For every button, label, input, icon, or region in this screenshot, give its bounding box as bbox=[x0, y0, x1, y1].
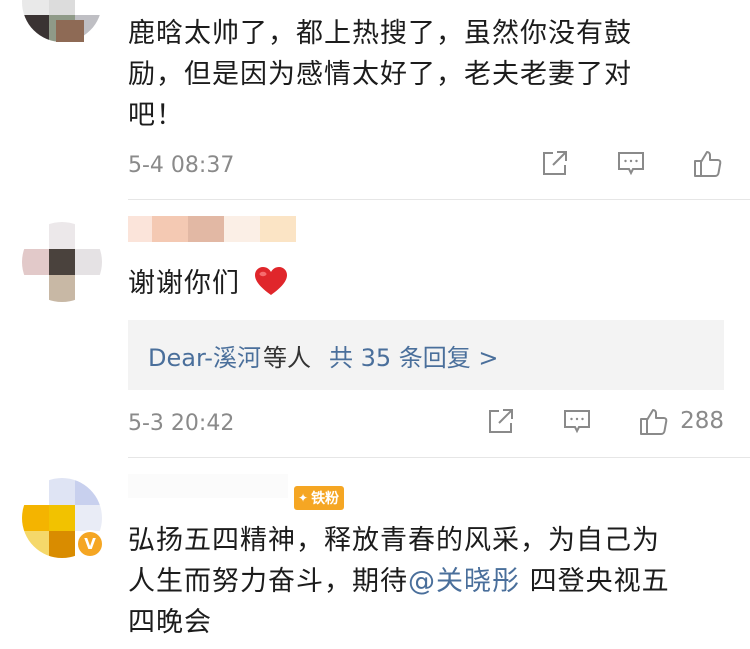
avatar-fragment bbox=[56, 20, 84, 42]
comment-icon bbox=[618, 152, 644, 176]
comment-line: 谢谢你们 bbox=[128, 268, 240, 299]
fan-badge-label: 铁粉 bbox=[311, 491, 340, 507]
comment-line: 鹿晗太帅了，都上热搜了，虽然你没有鼓 bbox=[128, 18, 632, 49]
username-blurred[interactable] bbox=[128, 216, 296, 242]
comment-actions: 288 bbox=[486, 406, 724, 436]
like-button[interactable] bbox=[692, 148, 724, 178]
comment-fragment: 四登央视五 bbox=[520, 566, 670, 597]
comment-fragment: 人生而努力奋斗，期待 bbox=[128, 566, 408, 597]
heart-emoji-icon bbox=[254, 267, 287, 295]
forward-icon bbox=[489, 409, 514, 433]
avatar[interactable] bbox=[22, 222, 102, 302]
verified-badge-icon: V bbox=[76, 530, 104, 558]
fan-badge-icon: ✦ bbox=[298, 491, 309, 505]
fan-badge: ✦ 铁粉 bbox=[294, 486, 345, 510]
replies-summary[interactable]: Dear-溪河 等人 共 35 条回复 > bbox=[128, 320, 724, 390]
like-button[interactable]: 288 bbox=[638, 406, 724, 436]
like-icon bbox=[640, 409, 668, 435]
comment-text: 鹿晗太帅了，都上热搜了，虽然你没有鼓 励，但是因为感情太好了，老夫老妻了对 吧！ bbox=[128, 13, 728, 136]
comment-button[interactable] bbox=[616, 148, 646, 178]
comment-button[interactable] bbox=[562, 406, 592, 436]
comment-timestamp: 5-4 08:37 bbox=[128, 153, 235, 178]
like-icon bbox=[694, 151, 722, 177]
forward-button[interactable] bbox=[540, 148, 570, 178]
comment-line: 励，但是因为感情太好了，老夫老妻了对 bbox=[128, 59, 632, 90]
forward-icon bbox=[543, 151, 567, 175]
divider bbox=[128, 457, 750, 458]
like-count: 288 bbox=[680, 408, 724, 434]
mention-link[interactable]: @关晓彤 bbox=[408, 566, 520, 597]
comment-text: 谢谢你们 bbox=[128, 263, 728, 304]
reply-count-link[interactable]: 共 35 条回复 > bbox=[329, 338, 499, 373]
comment-line: 人生而努力奋斗，期待@关晓彤 四登央视五 bbox=[128, 561, 728, 602]
comment-line: 四晚会 bbox=[128, 607, 212, 638]
comment-line: 吧！ bbox=[128, 100, 184, 131]
forward-button[interactable] bbox=[486, 406, 516, 436]
comment-icon bbox=[564, 410, 591, 434]
comment-actions bbox=[540, 148, 724, 178]
reply-user-link[interactable]: Dear-溪河 bbox=[148, 338, 261, 373]
comment-timestamp: 5-3 20:42 bbox=[128, 411, 235, 436]
divider bbox=[128, 199, 750, 200]
username-blurred[interactable] bbox=[128, 474, 288, 498]
comment-text: 弘扬五四精神，释放青春的风采，为自己为 人生而努力奋斗，期待@关晓彤 四登央视五… bbox=[128, 520, 728, 643]
comment-line: 弘扬五四精神，释放青春的风采，为自己为 bbox=[128, 525, 660, 556]
reply-others-label: 等人 bbox=[262, 343, 311, 372]
